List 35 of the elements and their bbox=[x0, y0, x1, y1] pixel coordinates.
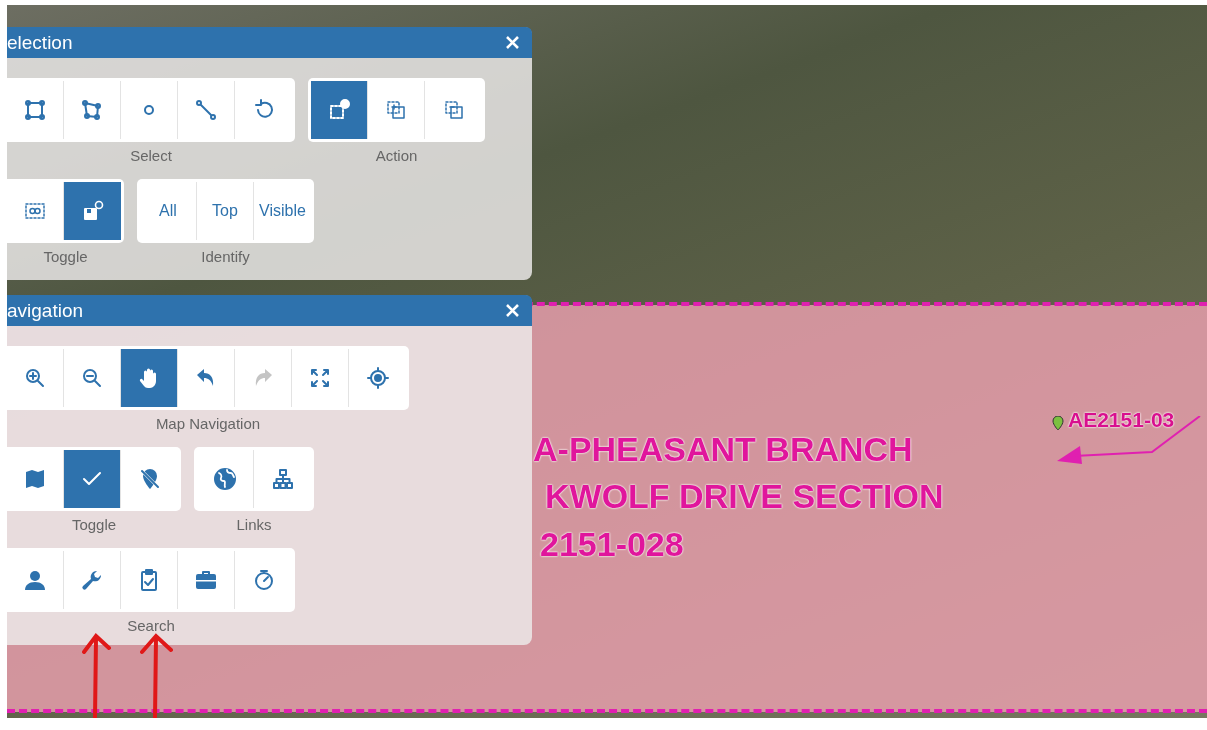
tool-button[interactable] bbox=[64, 182, 121, 240]
dashed-box-star-icon bbox=[327, 98, 351, 122]
area-label: KWOLF DRIVE SECTION bbox=[545, 477, 944, 516]
map-icon bbox=[23, 467, 47, 491]
group-label: Links bbox=[236, 516, 272, 535]
dashed-box-plus-icon bbox=[384, 98, 408, 122]
locate-icon bbox=[365, 366, 390, 390]
briefcase-icon bbox=[194, 568, 218, 592]
close-icon bbox=[505, 35, 520, 50]
panel-title: avigation bbox=[7, 299, 84, 322]
zoom-in-icon bbox=[23, 366, 47, 390]
area-label: 2151-028 bbox=[540, 525, 684, 564]
tool-button[interactable] bbox=[311, 81, 368, 139]
line-select-icon bbox=[194, 98, 218, 122]
globe-icon bbox=[213, 467, 237, 491]
group-label: Identify bbox=[201, 248, 250, 267]
hierarchy-icon bbox=[270, 467, 295, 491]
expand-icon bbox=[308, 366, 332, 390]
zoom-out-icon bbox=[80, 366, 104, 390]
polygon-select-icon bbox=[80, 98, 104, 122]
group-label: Toggle bbox=[43, 248, 88, 267]
group-label: Action bbox=[375, 147, 418, 166]
person-icon bbox=[23, 568, 47, 592]
close-icon bbox=[505, 303, 520, 318]
group-label: Toggle bbox=[71, 516, 117, 535]
panel-title: election bbox=[7, 31, 73, 54]
group-label: Search bbox=[127, 617, 175, 636]
point-label: AE2151-03 bbox=[1068, 408, 1175, 432]
group-label: Select bbox=[130, 147, 172, 166]
rectangle-select-icon bbox=[23, 98, 47, 122]
tool-button[interactable] bbox=[64, 450, 121, 508]
wrench-icon bbox=[80, 568, 104, 592]
tool-button[interactable] bbox=[121, 349, 178, 407]
group-label: Map Navigation bbox=[155, 415, 261, 434]
area-label: A-PHEASANT BRANCH bbox=[533, 430, 913, 469]
